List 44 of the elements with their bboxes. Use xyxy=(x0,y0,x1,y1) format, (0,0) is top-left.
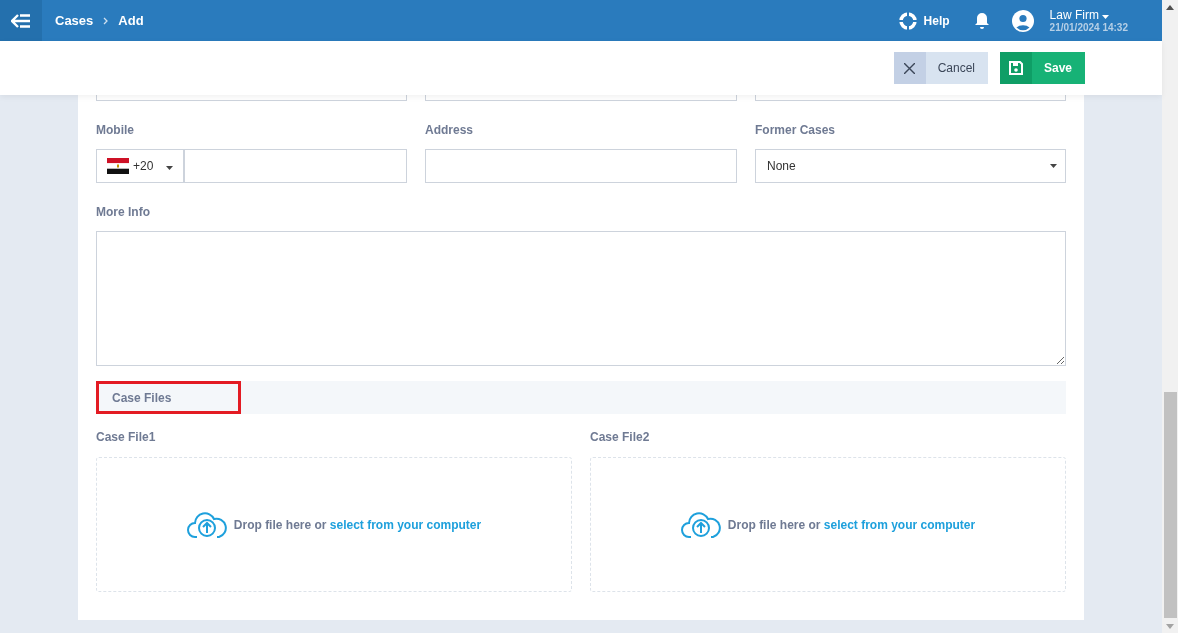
file-drop-zone[interactable]: Drop file here or select from your computer xyxy=(96,457,572,592)
back-menu-button[interactable] xyxy=(0,0,42,41)
file-drop-zone[interactable]: Drop file here or select from your computer xyxy=(590,457,1066,592)
breadcrumb-item: Add xyxy=(118,13,144,28)
field-label: Case File1 xyxy=(96,430,157,444)
field-label: More Info xyxy=(96,205,151,219)
bell-icon[interactable] xyxy=(973,11,990,30)
chevron-icon xyxy=(103,16,109,25)
input-field[interactable] xyxy=(425,95,737,101)
select-file-link[interactable]: select from your computer xyxy=(329,517,482,532)
section-title: Case Files xyxy=(96,381,241,414)
address-field[interactable] xyxy=(425,149,737,183)
avatar-icon[interactable] xyxy=(1011,9,1034,32)
back-menu-icon xyxy=(11,13,31,28)
phone-field[interactable]: +20 xyxy=(96,149,407,183)
field-label: Former Cases xyxy=(755,123,837,137)
select-dropdown[interactable]: None xyxy=(755,149,1066,183)
scroll-down-icon[interactable] xyxy=(1166,624,1174,629)
select-file-link[interactable]: select from your computer xyxy=(823,517,976,532)
date-time: 21/01/2024 14:32 xyxy=(1049,22,1128,33)
user-menu[interactable]: Law Firm xyxy=(1049,8,1128,22)
cloud-upload-icon xyxy=(186,510,227,539)
save-button[interactable]: Save xyxy=(1000,52,1085,84)
cloud-upload-icon xyxy=(680,510,721,539)
scrollbar[interactable] xyxy=(1162,0,1178,633)
more-info-textarea[interactable] xyxy=(96,231,1066,366)
lifebuoy-icon xyxy=(898,11,917,30)
caret-icon xyxy=(1102,15,1110,19)
help-link[interactable]: Help xyxy=(898,11,950,30)
caret-icon xyxy=(166,166,173,170)
field-label: Case File2 xyxy=(590,430,651,444)
field-label: Address xyxy=(425,123,475,137)
cancel-button[interactable]: Cancel xyxy=(893,52,988,84)
flag-icon xyxy=(107,158,129,174)
breadcrumb-item[interactable]: Cases xyxy=(55,13,94,28)
drop-hint: Drop file here or select from your computer xyxy=(727,517,976,532)
input-field[interactable] xyxy=(96,95,407,101)
input-field[interactable] xyxy=(755,95,1066,101)
drop-hint: Drop file here or select from your computer xyxy=(233,517,482,532)
field-label: Mobile xyxy=(96,123,135,137)
close-icon xyxy=(904,62,916,74)
caret-icon xyxy=(1050,164,1057,168)
scroll-up-icon[interactable] xyxy=(1166,5,1174,10)
scrollbar-thumb[interactable] xyxy=(1163,392,1177,618)
